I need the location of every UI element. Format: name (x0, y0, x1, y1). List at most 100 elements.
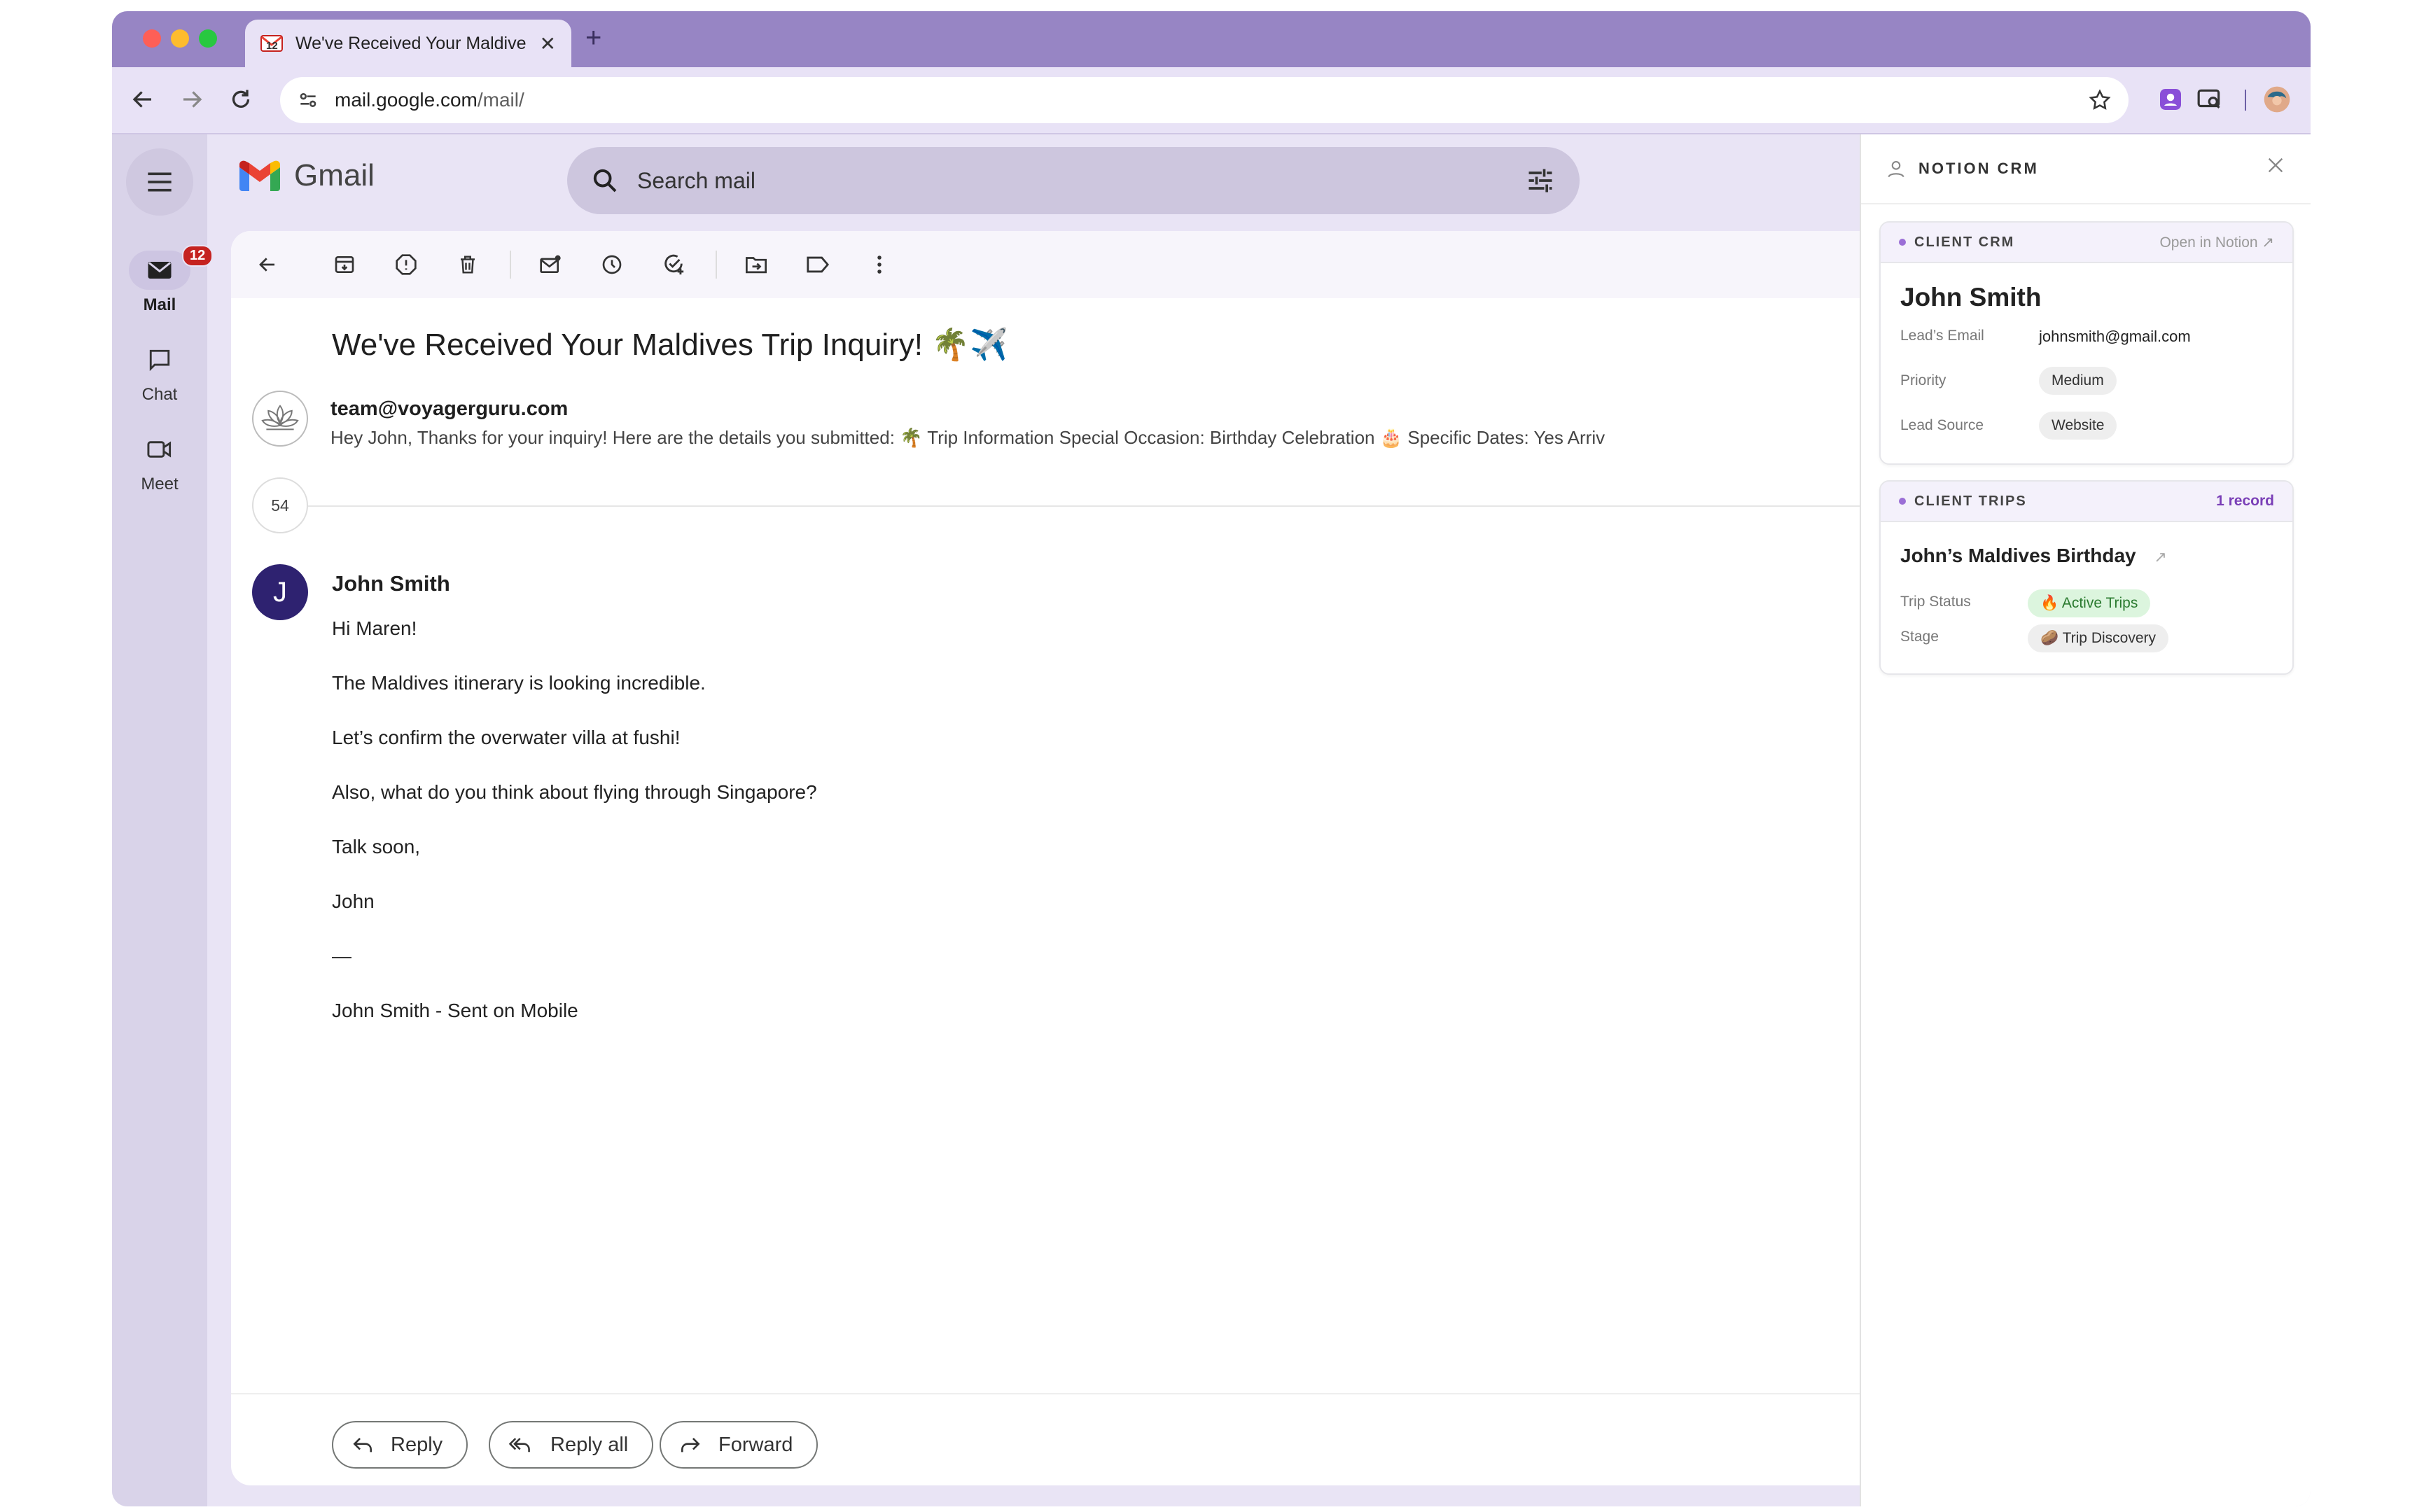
browser-menu-icon[interactable] (2298, 84, 2311, 115)
mark-unread-icon[interactable] (535, 249, 566, 280)
signature-separator: — (332, 945, 351, 967)
notion-crm-panel: NOTION CRM CLIENT CRM Open in Notion ↗ J… (1860, 134, 2311, 1506)
mail-unread-badge: 12 (182, 245, 214, 267)
new-tab-icon[interactable]: + (585, 22, 601, 53)
reply-all-arrow-icon (508, 1438, 530, 1452)
move-to-folder-icon[interactable] (741, 249, 772, 280)
collapsed-message-sender[interactable]: team@voyagerguru.com (330, 398, 568, 421)
lead-email-value[interactable]: johnsmith@gmail.com (2039, 328, 2191, 346)
forward-button[interactable]: Forward (660, 1421, 819, 1469)
record-count: 1 record (2216, 493, 2274, 509)
search-options-icon[interactable] (1525, 165, 1556, 196)
snooze-clock-icon[interactable] (597, 249, 627, 280)
person-icon (1888, 161, 1904, 178)
address-bar[interactable]: mail.google.com/mail/ (280, 77, 2129, 123)
tab-strip: 12 We've Received Your Maldive ✕ + (112, 11, 2311, 67)
panel-title: NOTION CRM (1918, 160, 2039, 177)
navigation-rail: 12 Mail Chat Meet (112, 134, 214, 1506)
notion-crm-extension-icon[interactable] (2155, 84, 2186, 115)
tab-title: We've Received Your Maldive (295, 33, 527, 53)
rail-label-mail: Mail (143, 295, 176, 314)
minimize-window-button[interactable] (171, 29, 189, 48)
field-label: Priority (1900, 372, 1946, 388)
main-menu-button[interactable] (126, 148, 193, 216)
message-pane: We've Received Your Maldives Trip Inquir… (231, 231, 1860, 1485)
video-camera-icon (129, 430, 190, 469)
site-settings-icon[interactable] (297, 89, 319, 111)
zoom-window-button[interactable] (199, 29, 217, 48)
chat-icon (129, 340, 190, 379)
stage-tag[interactable]: 🥔 Trip Discovery (2028, 624, 2169, 652)
body-line: Talk soon, (332, 836, 421, 858)
close-tab-icon[interactable]: ✕ (540, 32, 556, 55)
collapsed-message-snippet[interactable]: Hey John, Thanks for your inquiry! Here … (330, 427, 1605, 449)
rail-label-meet: Meet (141, 475, 179, 493)
client-trips-card: CLIENT TRIPS 1 record John’s Maldives Bi… (1879, 480, 2294, 675)
back-arrow-icon[interactable] (130, 87, 155, 118)
favicon-count: 12 (266, 40, 278, 52)
signature-line: John Smith - Sent on Mobile (332, 1000, 578, 1021)
archive-icon[interactable] (329, 249, 360, 280)
trip-status-tag[interactable]: 🔥 Active Trips (2028, 589, 2151, 617)
rail-item-mail[interactable]: 12 Mail (112, 245, 214, 315)
toolbar-separator (716, 251, 717, 279)
panel-header: NOTION CRM (1861, 134, 2311, 204)
report-spam-icon[interactable] (391, 249, 422, 280)
rail-item-chat[interactable]: Chat (112, 340, 207, 405)
bookmark-star-icon[interactable] (2088, 88, 2112, 112)
sender-avatar-lotus-icon[interactable] (252, 391, 308, 447)
toolbar-divider (2245, 90, 2246, 111)
close-window-button[interactable] (143, 29, 161, 48)
trip-name-link[interactable]: John’s Maldives Birthday ↗ (1900, 545, 2167, 567)
profile-avatar[interactable] (2262, 84, 2292, 115)
toolbar-separator (510, 251, 511, 279)
reload-icon[interactable] (228, 87, 253, 118)
client-trips-header: CLIENT TRIPS 1 record (1881, 482, 2292, 522)
sender-avatar[interactable]: J (252, 564, 308, 620)
rail-label-chat: Chat (141, 385, 178, 404)
more-options-icon[interactable] (864, 249, 895, 280)
field-label: Lead’s Email (1900, 328, 1984, 344)
browser-window: 12 We've Received Your Maldive ✕ + mail.… (112, 11, 2311, 1506)
section-dot (1899, 239, 1906, 246)
browser-toolbar: mail.google.com/mail/ (112, 67, 2311, 134)
priority-tag[interactable]: Medium (2039, 367, 2117, 395)
tab-search-icon[interactable] (2194, 84, 2225, 115)
label-icon[interactable] (802, 249, 833, 280)
browser-tab[interactable]: 12 We've Received Your Maldive ✕ (245, 20, 571, 67)
forward-arrow-icon (681, 1437, 700, 1452)
body-line: Hi Maren! (332, 617, 417, 639)
gmail-logo[interactable]: Gmail (238, 158, 375, 193)
message-sender-name[interactable]: John Smith (332, 571, 450, 596)
collapsed-messages-count[interactable]: 54 (252, 477, 308, 533)
add-to-tasks-icon[interactable] (658, 249, 689, 280)
reply-button[interactable]: Reply (332, 1421, 468, 1469)
client-crm-header: CLIENT CRM Open in Notion ↗ (1881, 223, 2292, 263)
search-input[interactable]: Search mail (637, 168, 755, 194)
reply-arrow-icon (353, 1437, 372, 1452)
body-line: Let’s confirm the overwater villa at fus… (332, 727, 681, 748)
close-panel-icon[interactable] (2266, 155, 2285, 175)
client-crm-card: CLIENT CRM Open in Notion ↗ John Smith L… (1879, 221, 2294, 465)
client-name: John Smith (1900, 283, 2042, 312)
back-to-inbox-icon[interactable] (252, 249, 283, 280)
field-label: Lead Source (1900, 417, 1984, 433)
reply-all-button[interactable]: Reply all (489, 1421, 654, 1469)
mail-icon: 12 (129, 245, 214, 290)
gmail-wordmark: Gmail (294, 158, 375, 192)
rail-item-meet[interactable]: Meet (112, 430, 207, 494)
search-icon[interactable] (591, 167, 619, 195)
email-subject: We've Received Your Maldives Trip Inquir… (332, 328, 1008, 362)
gmail-m-icon (239, 160, 280, 191)
delete-icon[interactable] (452, 249, 483, 280)
body-line: The Maldives itinerary is looking incred… (332, 672, 706, 694)
body-line: Also, what do you think about flying thr… (332, 781, 817, 803)
collapsed-messages-line (308, 505, 1860, 507)
forward-arrow-icon[interactable] (179, 87, 204, 118)
field-label: Stage (1900, 629, 1939, 645)
open-link-icon: ↗ (2154, 548, 2167, 566)
open-in-notion-link[interactable]: Open in Notion ↗ (2159, 234, 2274, 251)
search-bar[interactable]: Search mail (567, 147, 1580, 214)
url-text: mail.google.com/mail/ (335, 89, 524, 111)
lead-source-tag[interactable]: Website (2039, 412, 2117, 440)
